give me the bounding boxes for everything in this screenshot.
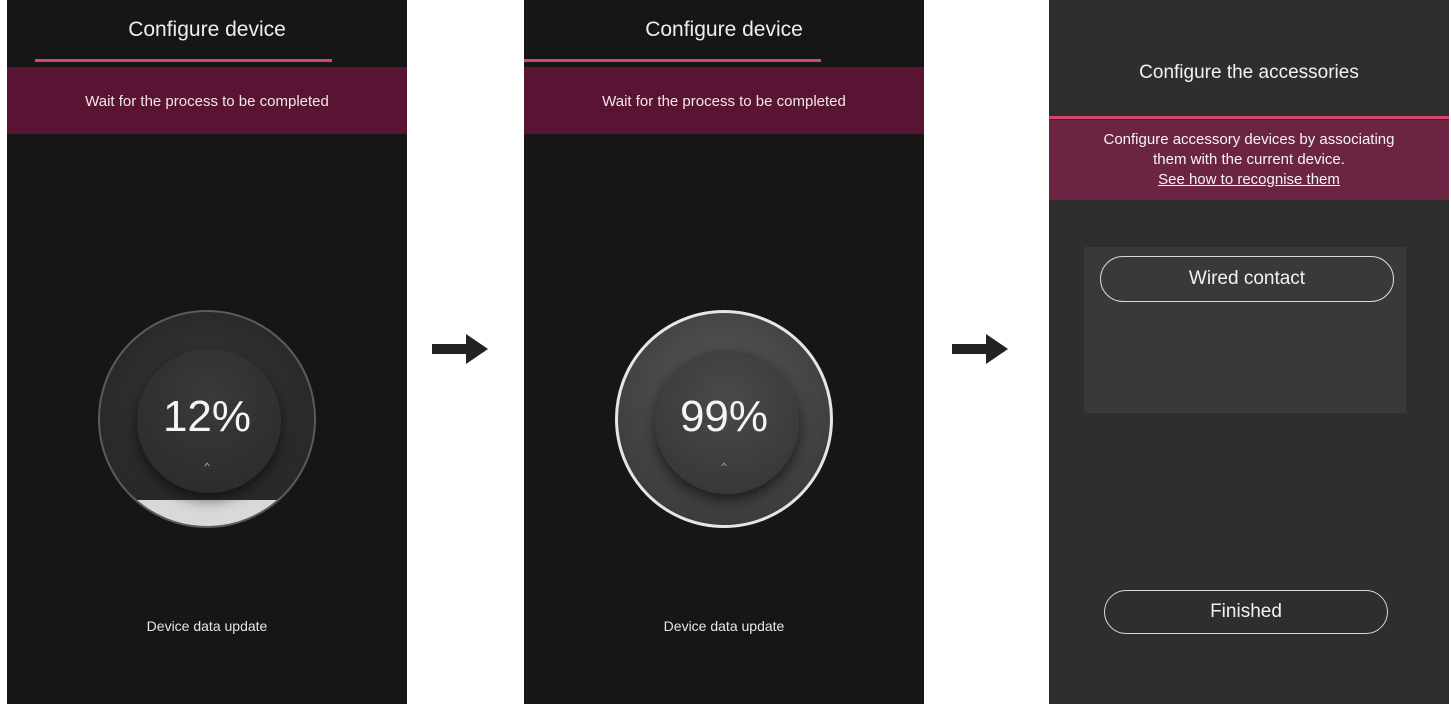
progress-dial: 99% ‸ — [615, 310, 833, 528]
arrow-right-icon — [432, 334, 488, 364]
screen-configure-device-12: Configure device Wait for the process to… — [7, 0, 407, 704]
status-text: Device data update — [146, 618, 268, 634]
progress-dial: 12% ‸ — [98, 310, 316, 528]
banner-line-1: Configure accessory devices by associati… — [1103, 131, 1395, 148]
wired-contact-button[interactable]: Wired contact — [1100, 256, 1394, 302]
screen-title: Configure the accessories — [1139, 62, 1359, 83]
finished-button[interactable]: Finished — [1104, 590, 1388, 634]
instruction-banner: Wait for the process to be completed — [524, 67, 924, 134]
screen-title: Configure device — [128, 18, 286, 41]
progress-percent: 99% — [679, 392, 769, 441]
progress-line — [35, 59, 332, 62]
progress-line — [524, 59, 821, 62]
recognise-link[interactable]: See how to recognise them — [1049, 170, 1449, 190]
screen-title: Configure device — [645, 18, 803, 41]
connector-icon: ‸ — [720, 446, 728, 466]
status-text: Device data update — [663, 618, 785, 634]
banner-line-2: them with the current device. — [1153, 151, 1345, 168]
screen-configure-device-99: Configure device Wait for the process to… — [524, 0, 924, 704]
arrow-right-icon — [952, 334, 1008, 364]
progress-fill — [100, 500, 314, 526]
instruction-banner: Wait for the process to be completed — [7, 67, 407, 134]
accent-line — [1049, 116, 1449, 119]
progress-percent: 12% — [162, 392, 252, 441]
instruction-banner: Configure accessory devices by associati… — [1049, 120, 1449, 200]
connector-icon: ‸ — [203, 446, 211, 466]
screen-configure-accessories: Configure the accessories Configure acce… — [1049, 0, 1449, 704]
